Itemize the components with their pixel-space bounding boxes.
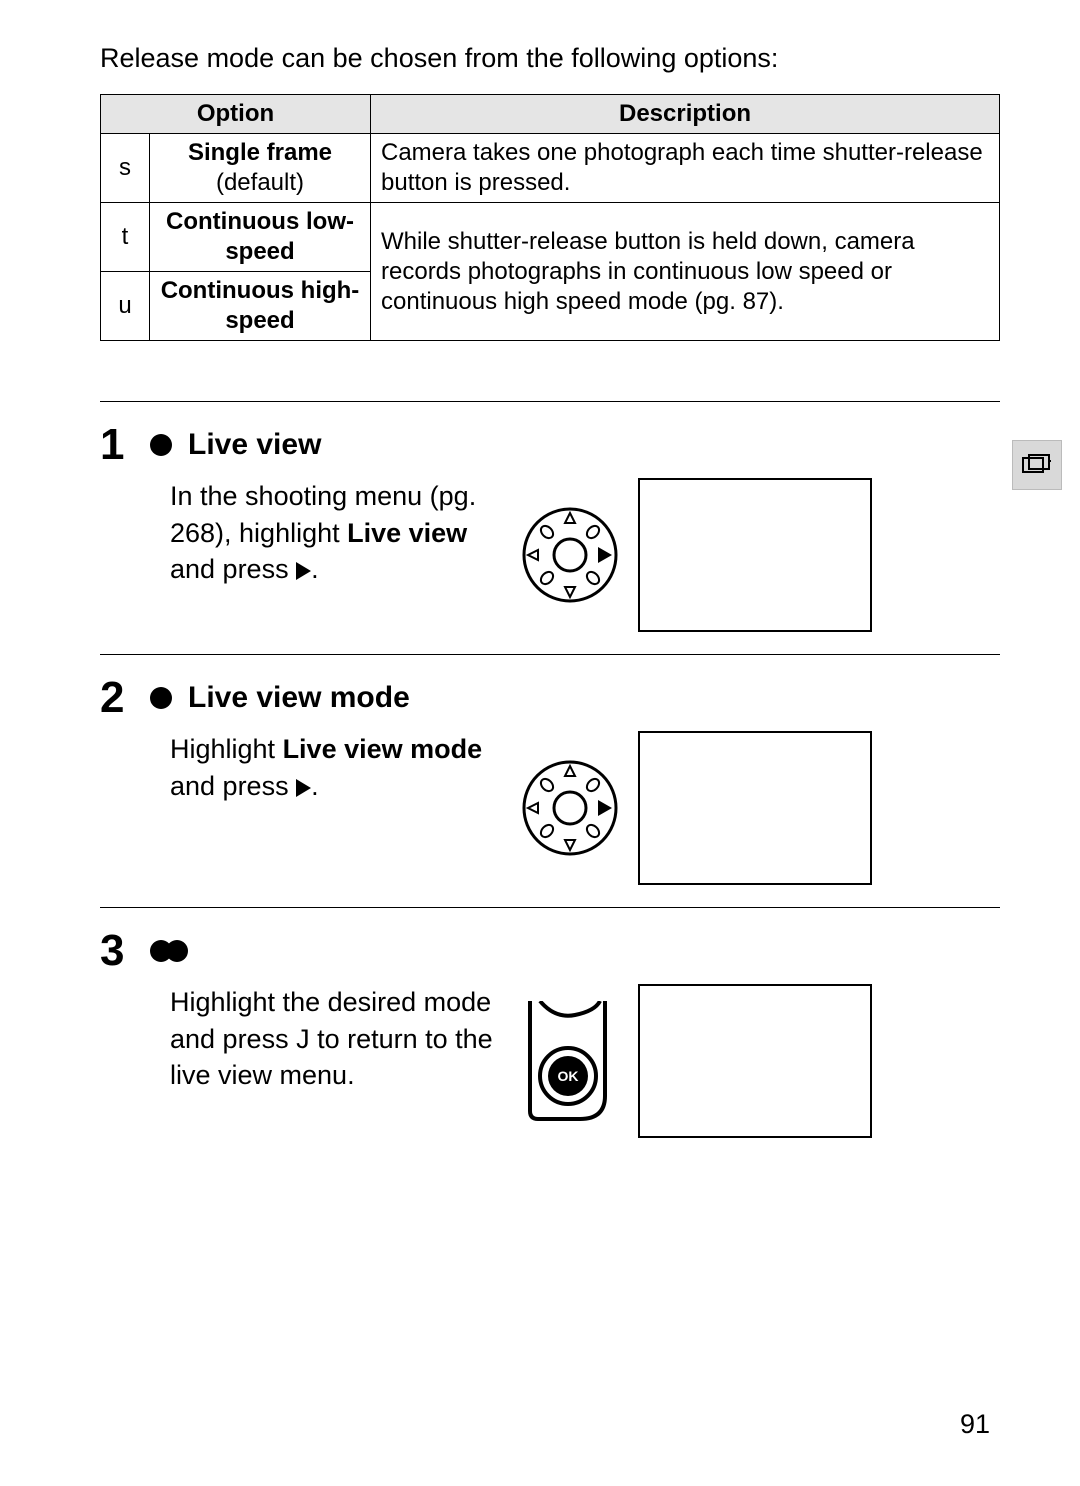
row-symbol: u	[101, 272, 150, 341]
th-option: Option	[101, 95, 371, 134]
ok-button-icon: OK	[520, 1001, 620, 1121]
step-text: Highlight Live view mode and press .	[170, 731, 500, 804]
row-option: Continuous high-speed	[150, 272, 371, 341]
section-tab-icon	[1012, 440, 1062, 490]
screen-placeholder	[638, 731, 872, 885]
intro-text: Release mode can be chosen from the foll…	[100, 40, 1000, 76]
svg-text:OK: OK	[558, 1068, 579, 1084]
release-mode-table: Option Description s Single frame (defau…	[100, 94, 1000, 341]
right-triangle-icon	[296, 562, 311, 580]
step-3: 3 Highlight the desired mode and press J…	[100, 908, 1000, 1160]
step-number: 3	[100, 926, 134, 976]
step-title: Live view	[188, 428, 321, 462]
multiselector-icon	[520, 758, 620, 858]
bullet-icon	[150, 687, 172, 709]
table-row: s Single frame (default) Camera takes on…	[101, 134, 1000, 203]
bullet-icon	[150, 940, 182, 962]
page-number: 91	[960, 1409, 990, 1440]
screen-placeholder	[638, 478, 872, 632]
row-option: Continuous low-speed	[150, 203, 371, 272]
row-option: Single frame (default)	[150, 134, 371, 203]
row-desc: While shutter-release button is held dow…	[371, 203, 1000, 341]
step-title: Live view mode	[188, 681, 410, 715]
th-description: Description	[371, 95, 1000, 134]
row-symbol: s	[101, 134, 150, 203]
step-2: 2 Live view mode Highlight Live view mod…	[100, 655, 1000, 908]
step-1: 1 Live view In the shooting menu (pg. 26…	[100, 401, 1000, 655]
bullet-icon	[150, 434, 172, 456]
step-text: Highlight the desired mode and press J t…	[170, 984, 500, 1093]
table-row: t Continuous low-speed While shutter-rel…	[101, 203, 1000, 272]
row-symbol: t	[101, 203, 150, 272]
step-number: 2	[100, 673, 134, 723]
right-triangle-icon	[296, 779, 311, 797]
step-text: In the shooting menu (pg. 268), highligh…	[170, 478, 500, 587]
screen-placeholder	[638, 984, 872, 1138]
step-number: 1	[100, 420, 134, 470]
row-desc: Camera takes one photograph each time sh…	[371, 134, 1000, 203]
steps-list: 1 Live view In the shooting menu (pg. 26…	[100, 401, 1000, 1160]
multiselector-icon	[520, 505, 620, 605]
